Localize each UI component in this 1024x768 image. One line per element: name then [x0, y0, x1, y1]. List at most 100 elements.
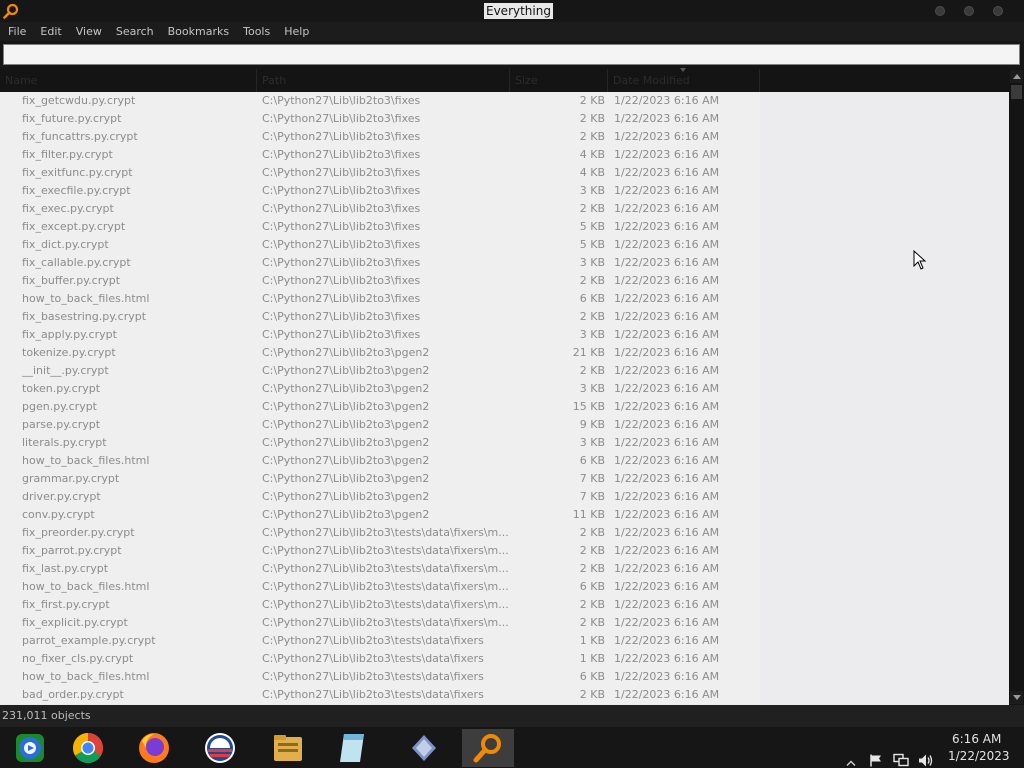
file-row[interactable]: literals.py.crypt C:\Python27\Lib\lib2to3…	[0, 434, 760, 452]
scroll-thumb[interactable]	[1011, 85, 1022, 99]
file-row[interactable]: grammar.py.crypt C:\Python27\Lib\lib2to3\…	[0, 470, 760, 488]
close-button[interactable]	[993, 6, 1003, 16]
file-date-modified: 1/22/2023 6:16 AM	[614, 310, 720, 323]
taskbar: 6:16 AM 1/22/2023	[0, 727, 1024, 768]
network-icon[interactable]	[893, 740, 909, 768]
file-row[interactable]: fix_exitfunc.py.crypt C:\Python27\Lib\lib…	[0, 164, 760, 182]
file-path: C:\Python27\Lib\lib2to3\fixes	[262, 202, 421, 215]
column-header: Name Path Size Date Modified	[0, 69, 1009, 92]
file-name: grammar.py.crypt	[22, 472, 120, 485]
clock-time[interactable]: 6:16 AM	[952, 732, 1001, 746]
file-row[interactable]: fix_buffer.py.crypt C:\Python27\Lib\lib2t…	[0, 272, 760, 290]
file-name: fix_first.py.crypt	[22, 598, 110, 611]
file-row[interactable]: fix_parrot.py.crypt C:\Python27\Lib\lib2t…	[0, 542, 760, 560]
media-center-icon[interactable]	[4, 729, 56, 767]
clock-date[interactable]: 1/22/2023	[948, 749, 1010, 763]
file-row[interactable]: parse.py.crypt C:\Python27\Lib\lib2to3\pg…	[0, 416, 760, 434]
everything-app-icon[interactable]	[3, 3, 19, 19]
action-center-flag-icon[interactable]	[869, 740, 883, 768]
search-input[interactable]	[3, 44, 1020, 65]
file-list[interactable]: fix_getcwdu.py.crypt C:\Python27\Lib\lib2…	[0, 92, 1009, 705]
file-explorer-icon[interactable]	[262, 729, 314, 767]
file-path: C:\Python27\Lib\lib2to3\fixes	[262, 184, 421, 197]
file-row[interactable]: bad_order.py.crypt C:\Python27\Lib\lib2to…	[0, 686, 760, 704]
menu-help[interactable]: Help	[284, 22, 309, 41]
file-row[interactable]: fix_last.py.crypt C:\Python27\Lib\lib2to3…	[0, 560, 760, 578]
file-row[interactable]: no_fixer_cls.py.crypt C:\Python27\Lib\lib…	[0, 650, 760, 668]
file-path: C:\Python27\Lib\lib2to3\pgen2	[262, 436, 430, 449]
file-size: 3 KB	[579, 328, 605, 341]
file-row[interactable]: fix_preorder.py.crypt C:\Python27\Lib\lib…	[0, 524, 760, 542]
file-path: C:\Python27\Lib\lib2to3\fixes	[262, 274, 421, 287]
vertical-scrollbar[interactable]	[1009, 69, 1024, 705]
file-date-modified: 1/22/2023 6:16 AM	[614, 634, 720, 647]
file-row[interactable]: fix_getcwdu.py.crypt C:\Python27\Lib\lib2…	[0, 92, 760, 110]
menu-edit[interactable]: Edit	[40, 22, 61, 41]
file-row[interactable]: how_to_back_files.html C:\Python27\Lib\li…	[0, 290, 760, 308]
column-name[interactable]: Name	[0, 69, 257, 92]
everything-search-icon[interactable]	[462, 729, 514, 767]
file-row[interactable]: fix_filter.py.crypt C:\Python27\Lib\lib2t…	[0, 146, 760, 164]
maximize-button[interactable]	[964, 6, 974, 16]
file-date-modified: 1/22/2023 6:16 AM	[614, 202, 720, 215]
file-size: 7 KB	[579, 490, 605, 503]
menu-tools[interactable]: Tools	[243, 22, 270, 41]
column-path[interactable]: Path	[257, 69, 510, 92]
file-name: parse.py.crypt	[22, 418, 101, 431]
file-row[interactable]: fix_exec.py.crypt C:\Python27\Lib\lib2to3…	[0, 200, 760, 218]
file-row[interactable]: fix_apply.py.crypt C:\Python27\Lib\lib2to…	[0, 326, 760, 344]
scroll-up-button[interactable]	[1010, 70, 1023, 83]
file-row[interactable]: how_to_back_files.html C:\Python27\Lib\li…	[0, 452, 760, 470]
obama-logo-icon[interactable]	[194, 729, 246, 767]
file-size: 2 KB	[579, 562, 605, 575]
file-path: C:\Python27\Lib\lib2to3\tests\data\fixer…	[262, 544, 509, 557]
menu-bookmarks[interactable]: Bookmarks	[168, 22, 229, 41]
file-row[interactable]: fix_funcattrs.py.crypt C:\Python27\Lib\li…	[0, 128, 760, 146]
file-row[interactable]: tokenize.py.crypt C:\Python27\Lib\lib2to3…	[0, 344, 760, 362]
file-date-modified: 1/22/2023 6:16 AM	[614, 112, 720, 125]
file-name: fix_last.py.crypt	[22, 562, 109, 575]
file-date-modified: 1/22/2023 6:16 AM	[614, 220, 720, 233]
volume-icon[interactable]	[918, 740, 934, 768]
file-name: bad_order.py.crypt	[22, 688, 124, 701]
file-row[interactable]: fix_execfile.py.crypt C:\Python27\Lib\lib…	[0, 182, 760, 200]
file-row[interactable]: how_to_back_files.html C:\Python27\Lib\li…	[0, 668, 760, 686]
file-name: conv.py.crypt	[22, 508, 95, 521]
file-date-modified: 1/22/2023 6:16 AM	[614, 472, 720, 485]
file-row[interactable]: fix_basestring.py.crypt C:\Python27\Lib\l…	[0, 308, 760, 326]
file-row[interactable]: fix_future.py.crypt C:\Python27\Lib\lib2t…	[0, 110, 760, 128]
file-row[interactable]: parrot_example.py.crypt C:\Python27\Lib\l…	[0, 632, 760, 650]
scroll-down-button[interactable]	[1010, 691, 1023, 704]
chrome-icon[interactable]	[62, 729, 114, 767]
file-row[interactable]: fix_except.py.crypt C:\Python27\Lib\lib2t…	[0, 218, 760, 236]
file-row[interactable]: fix_dict.py.crypt C:\Python27\Lib\lib2to3…	[0, 236, 760, 254]
file-date-modified: 1/22/2023 6:16 AM	[614, 418, 720, 431]
file-path: C:\Python27\Lib\lib2to3\pgen2	[262, 490, 430, 503]
file-row[interactable]: fix_first.py.crypt C:\Python27\Lib\lib2to…	[0, 596, 760, 614]
menu-search[interactable]: Search	[116, 22, 154, 41]
show-hidden-icons-icon[interactable]	[846, 743, 856, 768]
column-size[interactable]: Size	[510, 69, 608, 92]
file-row[interactable]: pgen.py.crypt C:\Python27\Lib\lib2to3\pge…	[0, 398, 760, 416]
file-row[interactable]: __init__.py.crypt C:\Python27\Lib\lib2to3…	[0, 362, 760, 380]
menu-view[interactable]: View	[76, 22, 102, 41]
file-date-modified: 1/22/2023 6:16 AM	[614, 238, 720, 251]
file-row[interactable]: conv.py.crypt C:\Python27\Lib\lib2to3\pge…	[0, 506, 760, 524]
minimize-button[interactable]	[935, 6, 945, 16]
file-row[interactable]: fix_callable.py.crypt C:\Python27\Lib\lib…	[0, 254, 760, 272]
file-row[interactable]: driver.py.crypt C:\Python27\Lib\lib2to3\p…	[0, 488, 760, 506]
network-app-icon[interactable]	[398, 729, 450, 767]
firefox-icon[interactable]	[128, 729, 180, 767]
file-row[interactable]: fix_explicit.py.crypt C:\Python27\Lib\lib…	[0, 614, 760, 632]
file-row[interactable]: how_to_back_files.html C:\Python27\Lib\li…	[0, 578, 760, 596]
file-path: C:\Python27\Lib\lib2to3\tests\data\fixer…	[262, 526, 509, 539]
file-path: C:\Python27\Lib\lib2to3\fixes	[262, 292, 421, 305]
notepad-icon[interactable]	[326, 729, 378, 767]
file-row[interactable]: token.py.crypt C:\Python27\Lib\lib2to3\pg…	[0, 380, 760, 398]
menu-file[interactable]: File	[8, 22, 26, 41]
column-date-modified[interactable]: Date Modified	[608, 69, 760, 92]
object-count: 231,011 objects	[2, 709, 91, 722]
file-size: 2 KB	[579, 526, 605, 539]
title-bar[interactable]: Everything	[0, 0, 1024, 22]
file-name: parrot_example.py.crypt	[22, 634, 156, 647]
